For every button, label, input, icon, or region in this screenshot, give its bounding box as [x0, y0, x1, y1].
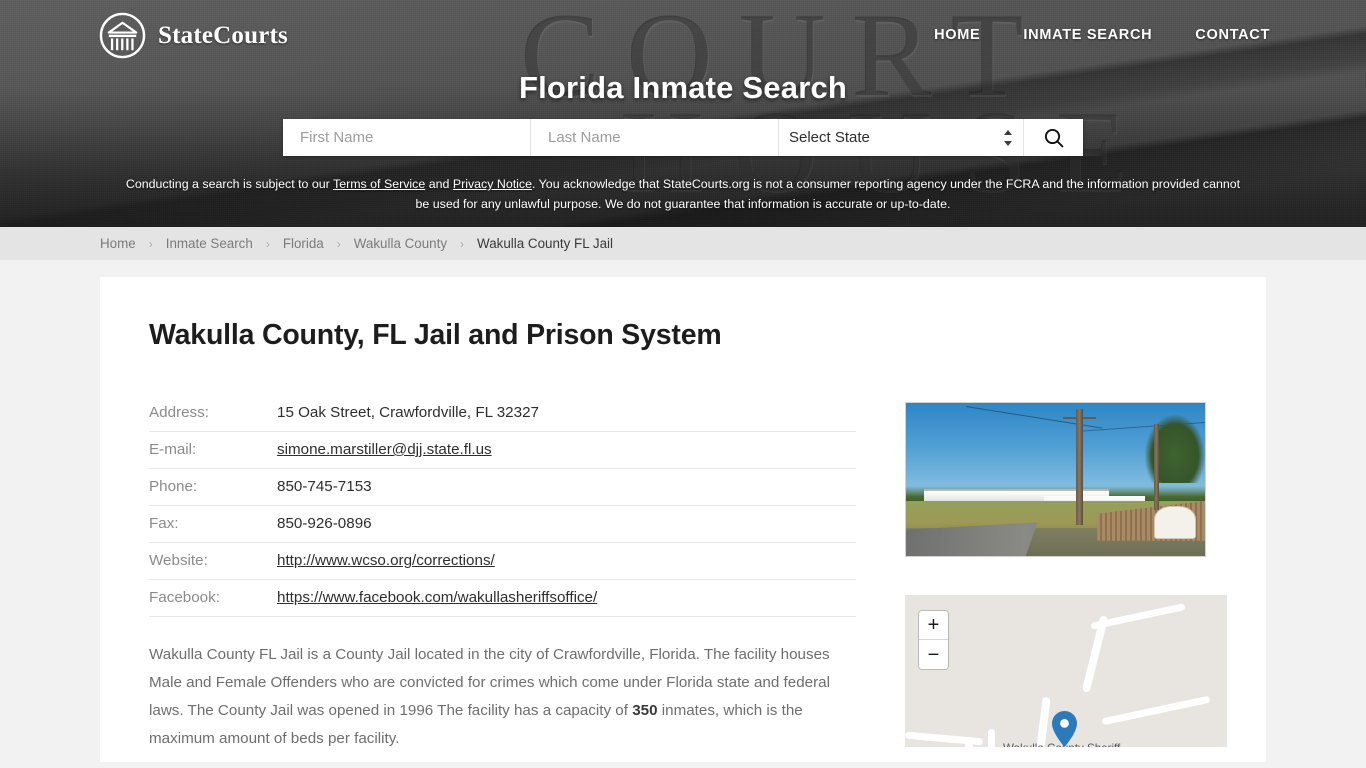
page-title: Wakulla County, FL Jail and Prison Syste…: [149, 319, 722, 351]
facility-info-table: Address: 15 Oak Street, Crawfordville, F…: [149, 402, 856, 617]
breadcrumb-separator: ›: [460, 236, 465, 251]
magnifier-icon: [1044, 128, 1063, 147]
breadcrumb-item-florida[interactable]: Florida: [283, 236, 324, 251]
location-map[interactable]: + − Wakulla County Sheriff: [905, 595, 1227, 747]
email-link[interactable]: simone.marstiller@djj.state.fl.us: [277, 441, 492, 458]
capacity-value: 350: [632, 702, 658, 719]
website-link[interactable]: http://www.wcso.org/corrections/: [277, 552, 495, 569]
map-zoom-out-button[interactable]: −: [919, 640, 948, 669]
breadcrumb-separator: ›: [336, 236, 341, 251]
hero-title: Florida Inmate Search: [518, 70, 848, 105]
photo-utility-pole: [1154, 424, 1159, 511]
state-select[interactable]: Select State: [779, 119, 1023, 156]
disclaimer-part-2: and: [425, 177, 453, 191]
facility-media-column: + − Wakulla County Sheriff: [905, 402, 1227, 753]
facility-description: Wakulla County FL Jail is a County Jail …: [149, 641, 849, 753]
site-header: COURT HOUSE StateCourts HOME INMATE SEAR…: [0, 0, 1366, 227]
photo-utility-pole: [1076, 409, 1083, 526]
search-disclaimer: Conducting a search is subject to our Te…: [0, 174, 1366, 214]
brand-logo-link[interactable]: StateCourts: [99, 12, 288, 59]
breadcrumb: Home › Inmate Search › Florida › Wakulla…: [100, 236, 613, 251]
map-road: [1101, 695, 1211, 726]
state-select-wrapper: Select State: [779, 119, 1024, 156]
table-row: Phone: 850-745-7153: [149, 468, 856, 506]
disclaimer-part-1: Conducting a search is subject to our: [125, 177, 333, 191]
info-value-phone: 850-745-7153: [277, 468, 856, 506]
map-pin-icon[interactable]: [1052, 711, 1077, 747]
table-row: Facebook: https://www.facebook.com/wakul…: [149, 579, 856, 617]
breadcrumb-item-wakulla-county[interactable]: Wakulla County: [354, 236, 447, 251]
info-label-website: Website:: [149, 542, 277, 580]
breadcrumb-separator: ›: [265, 236, 270, 251]
privacy-notice-link[interactable]: Privacy Notice: [453, 177, 532, 191]
info-value-address: 15 Oak Street, Crawfordville, FL 32327: [277, 402, 856, 432]
breadcrumb-item-current: Wakulla County FL Jail: [477, 236, 613, 251]
last-name-input[interactable]: [531, 119, 779, 156]
search-button[interactable]: [1024, 119, 1083, 156]
map-road: [988, 729, 995, 747]
info-label-fax: Fax:: [149, 505, 277, 543]
info-label-facebook: Facebook:: [149, 579, 277, 617]
table-row: Address: 15 Oak Street, Crawfordville, F…: [149, 402, 856, 432]
info-label-phone: Phone:: [149, 468, 277, 506]
map-zoom-in-button[interactable]: +: [919, 611, 948, 640]
nav-item-contact[interactable]: CONTACT: [1195, 27, 1270, 43]
info-value-website: http://www.wcso.org/corrections/: [277, 542, 856, 580]
courthouse-circle-icon: [99, 12, 146, 59]
map-road: [1035, 696, 1051, 747]
table-row: Fax: 850-926-0896: [149, 505, 856, 543]
facebook-link[interactable]: https://www.facebook.com/wakullasheriffs…: [277, 589, 597, 606]
photo-sign: [1154, 505, 1197, 540]
info-value-fax: 850-926-0896: [277, 505, 856, 543]
terms-of-service-link[interactable]: Terms of Service: [333, 177, 425, 191]
nav-item-home[interactable]: HOME: [934, 27, 980, 43]
table-row: E-mail: simone.marstiller@djj.state.fl.u…: [149, 431, 856, 469]
breadcrumb-bar: Home › Inmate Search › Florida › Wakulla…: [0, 227, 1366, 260]
breadcrumb-separator: ›: [148, 236, 153, 251]
nav-item-inmate-search[interactable]: INMATE SEARCH: [1023, 27, 1152, 43]
disclaimer-part-3: . You acknowledge that StateCourts.org i…: [415, 177, 1241, 211]
info-value-facebook: https://www.facebook.com/wakullasheriffs…: [277, 579, 856, 617]
info-value-email: simone.marstiller@djj.state.fl.us: [277, 431, 856, 469]
primary-navigation: HOME INMATE SEARCH CONTACT: [934, 27, 1270, 43]
info-label-email: E-mail:: [149, 431, 277, 469]
breadcrumb-item-inmate-search[interactable]: Inmate Search: [166, 236, 253, 251]
breadcrumb-item-home[interactable]: Home: [100, 236, 136, 251]
page-body: Wakulla County, FL Jail and Prison Syste…: [0, 277, 1366, 768]
inmate-search-form: Select State: [283, 119, 1083, 156]
first-name-input[interactable]: [283, 119, 531, 156]
map-road: [965, 738, 973, 747]
info-label-address: Address:: [149, 402, 277, 432]
jail-facility-photo: [905, 402, 1206, 557]
content-card: Wakulla County, FL Jail and Prison Syste…: [100, 277, 1266, 762]
brand-name: StateCourts: [158, 21, 288, 49]
facility-details-column: Address: 15 Oak Street, Crawfordville, F…: [149, 402, 856, 753]
table-row: Website: http://www.wcso.org/corrections…: [149, 542, 856, 580]
map-zoom-control: + −: [918, 610, 949, 670]
